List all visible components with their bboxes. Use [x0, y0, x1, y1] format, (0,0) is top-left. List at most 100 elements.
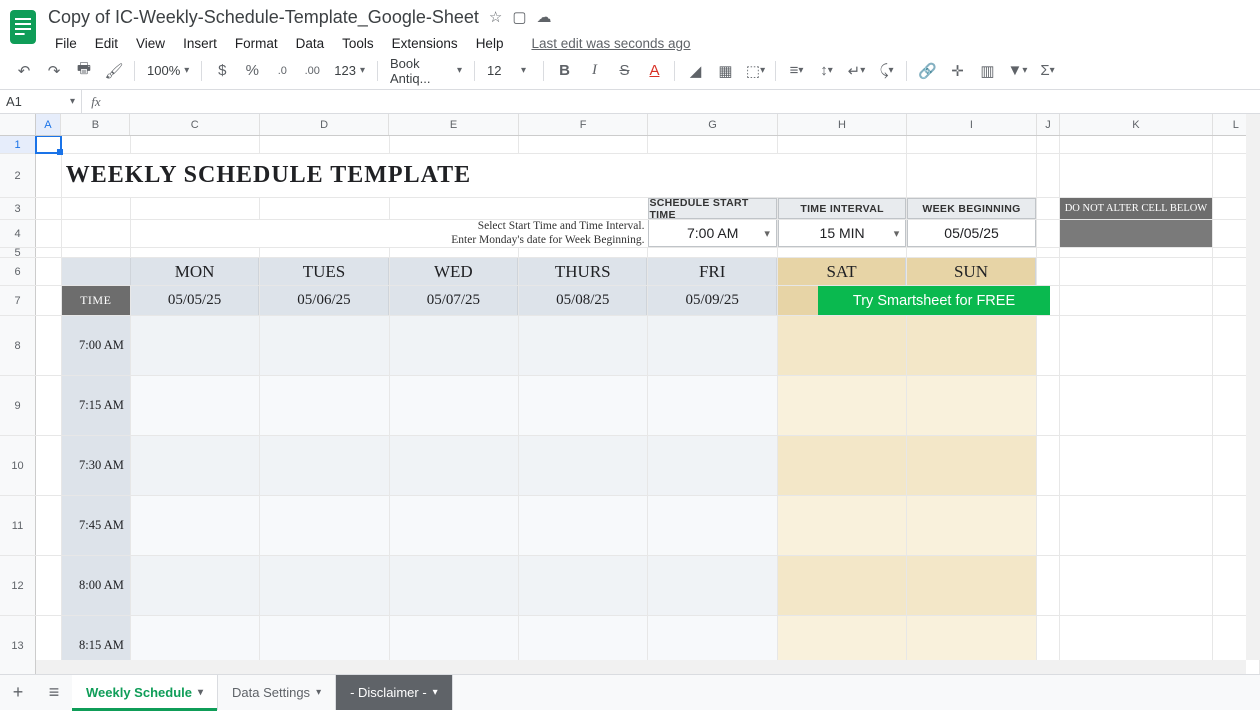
row-header-5[interactable]: 5: [0, 248, 36, 257]
font-size-select[interactable]: 12: [481, 58, 507, 84]
row-header-4[interactable]: 4: [0, 220, 36, 247]
menu-extensions[interactable]: Extensions: [385, 32, 465, 55]
undo-button[interactable]: ↶: [10, 57, 38, 85]
halign-button[interactable]: ≡▾: [782, 57, 810, 85]
menu-edit[interactable]: Edit: [88, 32, 125, 55]
filter-button[interactable]: ▼▾: [1003, 57, 1031, 85]
row-header-1[interactable]: 1: [0, 136, 36, 153]
row-header-3[interactable]: 3: [0, 198, 36, 219]
row-header-13[interactable]: 13: [0, 616, 36, 674]
interval-header: TIME INTERVAL: [778, 198, 906, 219]
borders-button[interactable]: ▦: [711, 57, 739, 85]
smartsheet-cta-button[interactable]: Try Smartsheet for FREE: [818, 286, 1050, 315]
row-header-7[interactable]: 7: [0, 286, 36, 315]
spreadsheet-grid: A B C D E F G H I J K L 1 2 WEEKLY SCHED…: [0, 114, 1260, 674]
row-header-8[interactable]: 8: [0, 316, 36, 375]
time-1: 7:15 AM: [62, 376, 130, 435]
col-header-J[interactable]: J: [1037, 114, 1061, 135]
strikethrough-button[interactable]: S: [610, 57, 638, 85]
tab-disclaimer[interactable]: - Disclaimer -▾: [336, 675, 453, 710]
comment-button[interactable]: ✛: [943, 57, 971, 85]
day-sun: SUN: [907, 258, 1035, 285]
chart-button[interactable]: ▥: [973, 57, 1001, 85]
instructions-line2: Enter Monday's date for Week Beginning.: [260, 234, 648, 248]
select-all-corner[interactable]: [0, 114, 36, 135]
paint-format-button[interactable]: 🖌: [100, 57, 128, 85]
col-header-D[interactable]: D: [260, 114, 389, 135]
menu-format[interactable]: Format: [228, 32, 285, 55]
percent-button[interactable]: %: [238, 57, 266, 85]
menu-view[interactable]: View: [129, 32, 172, 55]
col-header-C[interactable]: C: [130, 114, 259, 135]
all-sheets-button[interactable]: ≡: [36, 675, 72, 710]
col-header-I[interactable]: I: [907, 114, 1036, 135]
currency-button[interactable]: $: [208, 57, 236, 85]
col-header-A[interactable]: A: [36, 114, 62, 135]
row-header-12[interactable]: 12: [0, 556, 36, 615]
move-icon[interactable]: ▢: [512, 8, 526, 26]
row-header-11[interactable]: 11: [0, 496, 36, 555]
rotate-button[interactable]: ⤹▾: [872, 57, 900, 85]
font-select[interactable]: Book Antiq...▾: [384, 58, 468, 84]
merge-button[interactable]: ⬚▾: [741, 57, 769, 85]
week-begin-input[interactable]: 05/05/25: [907, 220, 1035, 247]
more-formats-select[interactable]: 123▾: [328, 58, 371, 84]
sheet-title[interactable]: WEEKLY SCHEDULE TEMPLATE: [62, 154, 778, 197]
sheets-logo-icon[interactable]: [10, 10, 36, 44]
col-header-E[interactable]: E: [389, 114, 518, 135]
row-header-2[interactable]: 2: [0, 154, 36, 197]
print-button[interactable]: 🖶: [70, 57, 98, 85]
fx-icon: fx: [82, 94, 110, 110]
column-headers: A B C D E F G H I J K L: [0, 114, 1260, 136]
menu-file[interactable]: File: [48, 32, 84, 55]
zoom-select[interactable]: 100%▾: [141, 58, 195, 84]
doc-title[interactable]: Copy of IC-Weekly-Schedule-Template_Goog…: [48, 7, 479, 28]
menu-insert[interactable]: Insert: [176, 32, 224, 55]
wrap-button[interactable]: ↵▾: [842, 57, 870, 85]
formula-input[interactable]: [110, 90, 1260, 113]
col-header-F[interactable]: F: [519, 114, 648, 135]
grid-body[interactable]: 1 2 WEEKLY SCHEDULE TEMPLATE 3 SCHEDULE …: [0, 136, 1260, 674]
time-0: 7:00 AM: [62, 316, 130, 375]
col-header-K[interactable]: K: [1060, 114, 1212, 135]
cloud-icon[interactable]: ☁: [537, 8, 552, 26]
tab-weekly-schedule[interactable]: Weekly Schedule▾: [72, 675, 218, 710]
start-time-header: SCHEDULE START TIME: [648, 198, 776, 219]
functions-button[interactable]: Σ▾: [1033, 57, 1061, 85]
increase-decimal-button[interactable]: .00: [298, 57, 326, 85]
cell-A1[interactable]: [36, 136, 62, 153]
sheet-tab-bar: + ≡ Weekly Schedule▾ Data Settings▾ - Di…: [0, 674, 1260, 710]
date-wed: 05/07/25: [390, 286, 518, 315]
valign-button[interactable]: ↕▾: [812, 57, 840, 85]
col-header-B[interactable]: B: [61, 114, 130, 135]
interval-dropdown[interactable]: 15 MIN: [778, 220, 906, 247]
horizontal-scrollbar[interactable]: [36, 660, 1246, 674]
tab-data-settings[interactable]: Data Settings▾: [218, 675, 336, 710]
row-header-6[interactable]: 6: [0, 258, 36, 285]
fill-color-button[interactable]: ◢: [681, 57, 709, 85]
add-sheet-button[interactable]: +: [0, 675, 36, 710]
row-header-10[interactable]: 10: [0, 436, 36, 495]
menu-help[interactable]: Help: [469, 32, 511, 55]
text-color-button[interactable]: A: [640, 57, 668, 85]
row-header-9[interactable]: 9: [0, 376, 36, 435]
italic-button[interactable]: I: [580, 57, 608, 85]
menu-bar: File Edit View Insert Format Data Tools …: [48, 30, 698, 56]
last-edit-link[interactable]: Last edit was seconds ago: [524, 32, 697, 55]
font-size-caret[interactable]: ▾: [509, 57, 537, 85]
col-header-G[interactable]: G: [648, 114, 777, 135]
bold-button[interactable]: B: [550, 57, 578, 85]
menu-tools[interactable]: Tools: [335, 32, 381, 55]
start-time-dropdown[interactable]: 7:00 AM: [648, 220, 776, 247]
day-tues: TUES: [260, 258, 388, 285]
redo-button[interactable]: ↷: [40, 57, 68, 85]
vertical-scrollbar[interactable]: [1246, 114, 1260, 660]
col-header-H[interactable]: H: [778, 114, 907, 135]
decrease-decimal-button[interactable]: .0: [268, 57, 296, 85]
do-not-alter-label: DO NOT ALTER CELL BELOW: [1060, 198, 1211, 219]
menu-data[interactable]: Data: [289, 32, 332, 55]
name-box[interactable]: A1▾: [0, 90, 82, 113]
time-4: 8:00 AM: [62, 556, 130, 615]
link-button[interactable]: 🔗: [913, 57, 941, 85]
star-icon[interactable]: ☆: [489, 8, 502, 26]
